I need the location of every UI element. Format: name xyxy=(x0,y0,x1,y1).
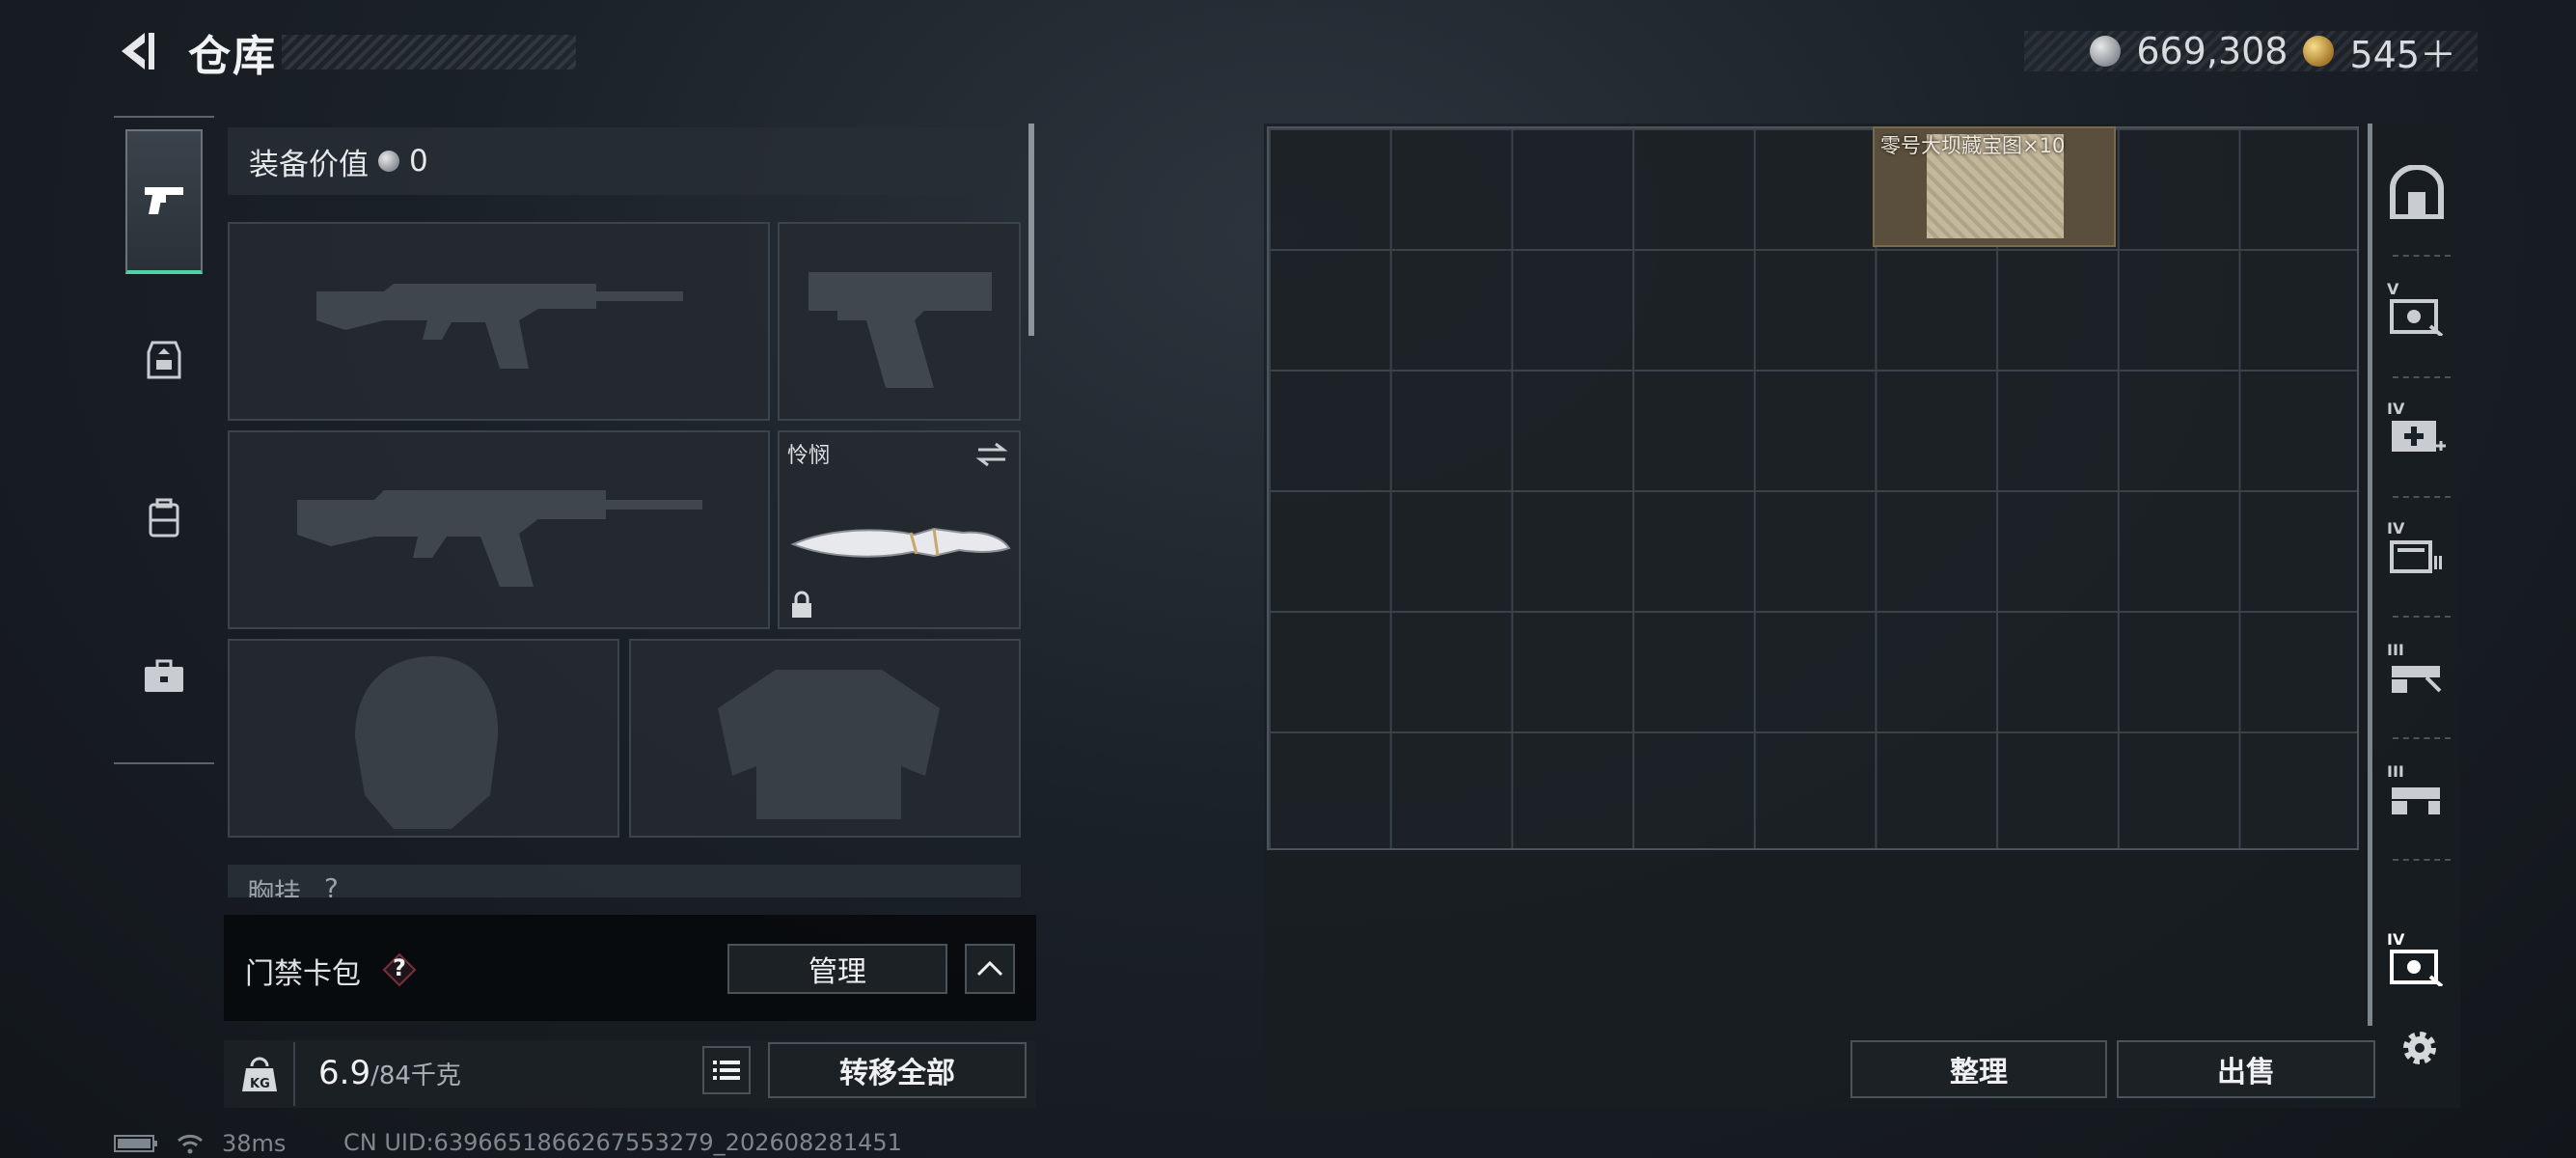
rail-level-4: III xyxy=(2387,641,2404,659)
storage-item-label: 零号大坝藏宝图×10 xyxy=(1880,134,2066,157)
rail-item-5[interactable]: III xyxy=(2385,762,2449,826)
title-decoration xyxy=(282,35,576,69)
rail-divider xyxy=(2393,255,2451,257)
rail-level-3: IV xyxy=(2387,519,2405,538)
silver-coin-icon xyxy=(378,151,399,172)
wifi-icon xyxy=(178,1134,203,1154)
rifle-silhouette-icon xyxy=(316,284,683,369)
weight-icon-box: KG xyxy=(226,1042,295,1106)
weight-readout: 6.9/84千克 xyxy=(318,1054,461,1092)
equipment-value-amount: 0 xyxy=(409,144,428,179)
armor-vest-icon xyxy=(147,341,181,379)
transfer-all-button[interactable]: 转移全部 xyxy=(768,1042,1027,1098)
tab-backpack[interactable] xyxy=(125,446,203,591)
rail-item-1[interactable]: V xyxy=(2385,280,2449,344)
sort-button[interactable]: 整理 xyxy=(1850,1040,2107,1098)
rail-item-3[interactable]: IV xyxy=(2385,519,2449,583)
chest-rig-count: ? xyxy=(324,872,339,897)
equipment-value-label: 装备价值 xyxy=(249,147,369,182)
pistol-silhouette-icon xyxy=(808,272,992,388)
pistol-icon xyxy=(145,187,183,214)
help-icon[interactable]: ? xyxy=(382,952,417,987)
rail-divider xyxy=(2393,616,2451,618)
list-view-button[interactable] xyxy=(702,1046,751,1094)
list-icon xyxy=(713,1061,740,1080)
backpack-icon xyxy=(149,498,179,538)
rail-item-4[interactable]: III xyxy=(2385,641,2449,704)
toolbox-icon xyxy=(145,659,183,692)
rail-level-6: IV xyxy=(2387,930,2405,949)
currency-display: 669,308 545＋ xyxy=(2024,30,2478,76)
back-arrow-icon xyxy=(122,33,154,69)
body-armor-slot[interactable] xyxy=(629,639,1021,838)
back-button[interactable] xyxy=(114,27,162,75)
silver-amount: 669,308 xyxy=(2136,30,2288,72)
collapse-button[interactable] xyxy=(965,944,1015,994)
primary-weapon-slot[interactable] xyxy=(228,222,770,421)
keycard-label: 门禁卡包 xyxy=(245,957,361,991)
tab-toolbox[interactable] xyxy=(125,604,203,749)
rail-divider xyxy=(2393,737,2451,739)
uid-text: CN UID:6396651866267553279_202608281451 xyxy=(343,1129,902,1156)
page-title: 仓库 xyxy=(188,32,277,81)
rail-item-6[interactable]: IV xyxy=(2385,930,2449,994)
category-tabs xyxy=(114,116,214,764)
helmet-silhouette-icon xyxy=(355,656,499,829)
device-status: 38ms xyxy=(114,1129,286,1158)
rail-divider xyxy=(2393,376,2451,378)
rail-item-safe-box[interactable] xyxy=(2385,160,2449,224)
help-label: ? xyxy=(393,954,406,981)
equipment-scrollbar[interactable] xyxy=(1028,124,1034,336)
rail-level-5: III xyxy=(2387,762,2404,781)
gold-amount[interactable]: 545＋ xyxy=(2349,25,2456,78)
weight-current: 6.9 xyxy=(318,1054,371,1092)
rail-item-2[interactable]: IV xyxy=(2385,400,2449,463)
ping-text: 38ms xyxy=(222,1130,287,1157)
tab-armor[interactable] xyxy=(125,288,203,432)
chest-rig-label: 胸挂 xyxy=(247,877,302,897)
chevron-up-icon xyxy=(976,960,1003,977)
sell-button[interactable]: 出售 xyxy=(2117,1040,2375,1098)
gear-icon xyxy=(2403,1032,2436,1064)
swap-icon[interactable] xyxy=(974,440,1009,469)
armor-silhouette-icon xyxy=(718,670,940,819)
secondary-weapon-slot[interactable] xyxy=(228,430,770,629)
pistol-slot[interactable] xyxy=(778,222,1021,421)
rail-divider xyxy=(2393,496,2451,498)
equipment-value-row: 装备价值 0 xyxy=(228,127,1025,195)
storage-grid[interactable] xyxy=(1267,126,2359,850)
knife-icon xyxy=(790,527,1011,558)
rail-level-1: V xyxy=(2387,280,2399,298)
chest-rig-row: 胸挂 ? xyxy=(228,865,1021,897)
lock-icon xyxy=(792,591,811,618)
manage-button[interactable]: 管理 xyxy=(727,944,947,994)
weight-capacity: /84千克 xyxy=(370,1062,461,1090)
battery-icon xyxy=(114,1135,157,1152)
settings-button[interactable] xyxy=(2393,1021,2447,1075)
kg-badge: KG xyxy=(250,1077,270,1091)
melee-slot[interactable]: 怜悯 xyxy=(778,430,1021,629)
rifle-silhouette-icon xyxy=(297,490,702,587)
rail-level-2: IV xyxy=(2387,400,2405,418)
melee-name: 怜悯 xyxy=(787,444,831,468)
storage-item[interactable]: 零号大坝藏宝图×10 xyxy=(1873,126,2116,247)
silver-coin-icon xyxy=(2090,36,2122,67)
gold-coin-icon xyxy=(2303,36,2335,67)
container-rail: V IV IV III III IV xyxy=(2364,124,2460,1031)
tab-weapons[interactable] xyxy=(125,129,203,274)
helmet-slot[interactable] xyxy=(228,639,619,838)
safe-box-icon xyxy=(2390,165,2444,219)
rail-divider xyxy=(2393,859,2451,861)
